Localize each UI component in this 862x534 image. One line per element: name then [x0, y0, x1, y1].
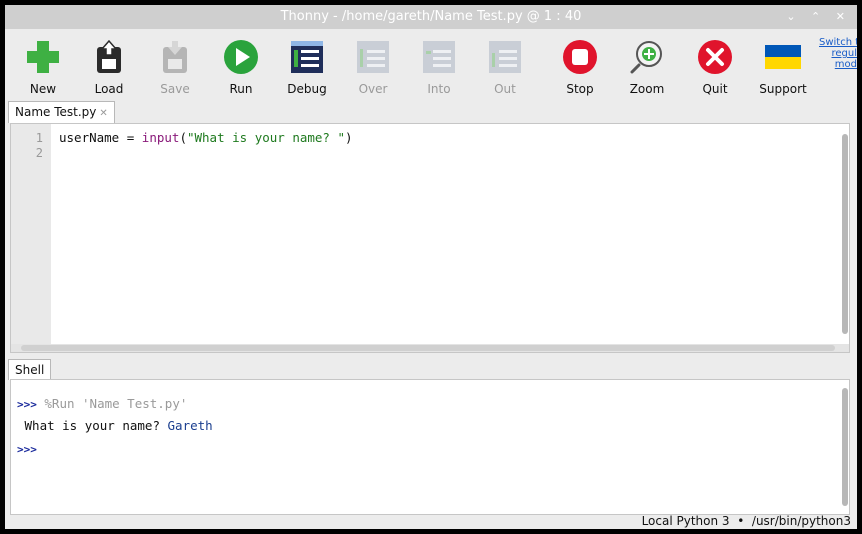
editor-horizontal-scrollbar[interactable]	[11, 344, 849, 352]
switch-mode-line-3: mod	[834, 59, 857, 70]
step-out-label: Out	[494, 82, 516, 96]
step-out-button[interactable]: Out	[475, 37, 535, 99]
shell-prompt: >>>	[17, 443, 37, 456]
shell-output-line: What is your name? Gareth	[17, 418, 213, 433]
step-into-label: Into	[427, 82, 451, 96]
close-icon[interactable]: ✕	[99, 108, 107, 119]
load-icon	[97, 39, 121, 73]
debug-button[interactable]: Debug	[277, 37, 337, 99]
run-icon	[224, 40, 258, 74]
zoom-button[interactable]: Zoom	[617, 37, 677, 99]
line-number: 1	[35, 131, 43, 145]
stop-button[interactable]: Stop	[550, 37, 610, 99]
new-button[interactable]: New	[13, 37, 73, 99]
interpreter-path: /usr/bin/python3	[751, 514, 851, 528]
step-over-icon	[357, 41, 389, 73]
run-button[interactable]: Run	[211, 37, 271, 99]
switch-mode-link[interactable]: Switch t regul mod	[819, 37, 857, 70]
support-label: Support	[759, 82, 807, 96]
step-over-button[interactable]: Over	[343, 37, 403, 99]
code-paren-close: )	[345, 130, 353, 145]
save-icon	[163, 41, 187, 73]
toolbar: New Load Save Run Debug Over Into Out St…	[5, 29, 857, 101]
shell-tab-label: Shell	[15, 363, 45, 377]
editor-tab-row: Name Test.py ✕	[5, 101, 857, 123]
stop-label: Stop	[566, 82, 594, 96]
support-button[interactable]: Support	[753, 37, 813, 99]
code-paren-open: (	[179, 130, 187, 145]
load-label: Load	[94, 82, 124, 96]
editor-tab[interactable]: Name Test.py ✕	[8, 101, 115, 123]
code-variable: userName =	[59, 130, 142, 145]
step-into-icon	[423, 41, 455, 73]
switch-mode-line-2: regul	[831, 48, 857, 59]
quit-icon	[698, 40, 732, 74]
save-label: Save	[160, 82, 190, 96]
code-editor[interactable]: 1 2 userName = input("What is your name?…	[10, 123, 850, 353]
step-out-icon	[489, 41, 521, 73]
ukraine-flag-icon	[765, 45, 801, 69]
shell-command-line: >>> %Run 'Name Test.py'	[17, 396, 187, 411]
shell-user-input: Gareth	[167, 418, 213, 433]
status-separator: •	[737, 514, 745, 528]
shell-prompt: >>>	[17, 398, 37, 411]
shell-vertical-scrollbar[interactable]	[842, 388, 848, 506]
zoom-label: Zoom	[629, 82, 665, 96]
window-controls[interactable]: ⌄ ⌃ ✕	[786, 5, 851, 29]
window-title: Thonny - /home/gareth/Name Test.py @ 1 :…	[280, 9, 582, 24]
zoom-icon	[630, 41, 662, 74]
debug-icon	[291, 41, 323, 73]
new-label: New	[29, 82, 57, 96]
shell-command: %Run 'Name Test.py'	[36, 396, 188, 411]
step-into-button[interactable]: Into	[409, 37, 469, 99]
line-number: 2	[35, 146, 43, 160]
quit-label: Quit	[702, 82, 728, 96]
code-function: input	[141, 130, 180, 145]
switch-mode-line-1: Switch t	[819, 37, 857, 48]
editor-vertical-scrollbar[interactable]	[842, 134, 848, 334]
code-string: "What is your name? "	[186, 130, 346, 145]
new-file-icon	[27, 41, 59, 73]
scrollbar-thumb[interactable]	[21, 345, 835, 351]
shell-input-line[interactable]: >>>	[17, 441, 37, 456]
status-bar: Local Python 3 • /usr/bin/python3	[642, 513, 851, 529]
shell-panel[interactable]: >>> %Run 'Name Test.py' What is your nam…	[10, 379, 850, 515]
shell-output-text: What is your name?	[17, 418, 168, 433]
debug-label: Debug	[287, 82, 327, 96]
editor-tab-label: Name Test.py	[15, 105, 97, 119]
load-button[interactable]: Load	[79, 37, 139, 99]
title-bar: Thonny - /home/gareth/Name Test.py @ 1 :…	[5, 5, 857, 29]
step-over-label: Over	[358, 82, 388, 96]
code-line[interactable]: userName = input("What is your name? ")	[59, 130, 353, 145]
save-button[interactable]: Save	[145, 37, 205, 99]
line-number-gutter: 1 2	[11, 124, 51, 352]
thonny-window: Thonny - /home/gareth/Name Test.py @ 1 :…	[5, 5, 857, 529]
interpreter-label[interactable]: Local Python 3	[642, 514, 730, 528]
run-label: Run	[229, 82, 253, 96]
quit-button[interactable]: Quit	[685, 37, 745, 99]
shell-tab[interactable]: Shell	[8, 359, 52, 380]
stop-icon	[563, 40, 597, 74]
